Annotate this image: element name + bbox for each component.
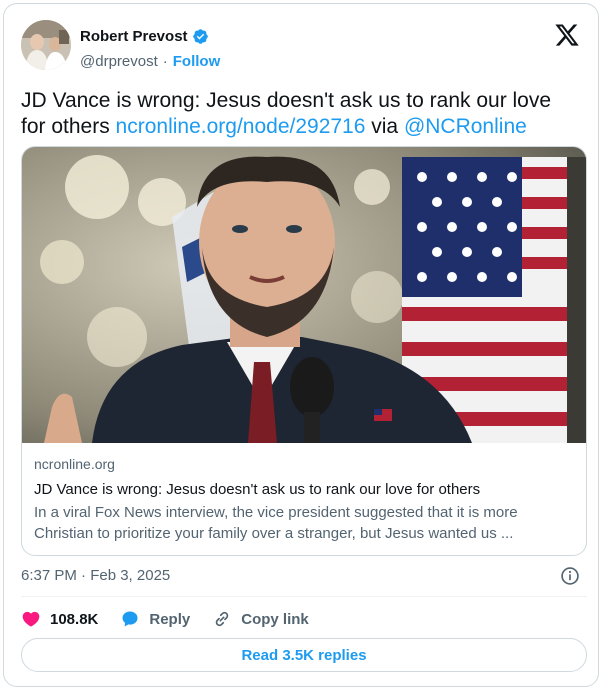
tweet-link[interactable]: ncronline.org/node/292716 [116,115,366,138]
verified-badge-icon [192,28,209,45]
author-name-row[interactable]: Robert Prevost [80,28,209,45]
link-preview-description: In a viral Fox News interview, the vice … [34,504,518,542]
follow-button[interactable]: Follow [173,53,221,70]
tweet-via: via [365,115,404,138]
reply-button[interactable]: Reply [120,609,190,629]
link-preview-domain: ncronline.org [34,456,115,472]
info-icon[interactable] [560,566,580,586]
heart-icon [22,611,40,627]
read-replies-button[interactable]: Read 3.5K replies [21,638,587,672]
reply-bubble-icon [122,611,138,627]
divider [21,596,587,597]
avatar[interactable] [21,20,71,70]
tweet-card: Robert Prevost @drprevost · Follow JD Va… [3,3,599,687]
copy-link-button[interactable]: Copy link [212,609,309,629]
copy-link-label: Copy link [241,610,309,628]
link-preview-title: JD Vance is wrong: Jesus doesn't ask us … [34,481,481,498]
reply-label: Reply [149,610,191,628]
like-count: 108.8K [50,610,99,628]
tweet-timestamp[interactable]: 6:37 PM · Feb 3, 2025 [21,567,170,584]
author-handle-row: @drprevost · Follow [80,53,220,70]
tweet-text: JD Vance is wrong: Jesus doesn't ask us … [21,88,581,140]
tweet-mention[interactable]: @NCRonline [404,115,527,138]
link-preview-card[interactable]: ncronline.org JD Vance is wrong: Jesus d… [21,146,587,556]
link-icon [215,611,229,627]
like-button[interactable]: 108.8K [21,609,98,629]
author-name[interactable]: Robert Prevost [80,28,188,45]
separator-dot: · [162,53,168,70]
link-preview-meta: ncronline.org JD Vance is wrong: Jesus d… [34,455,574,544]
x-logo-icon[interactable] [554,22,580,48]
tweet-actions: 108.8K Reply Copy link [21,607,309,631]
author-handle[interactable]: @drprevost [80,53,158,70]
link-preview-image[interactable] [22,147,586,443]
